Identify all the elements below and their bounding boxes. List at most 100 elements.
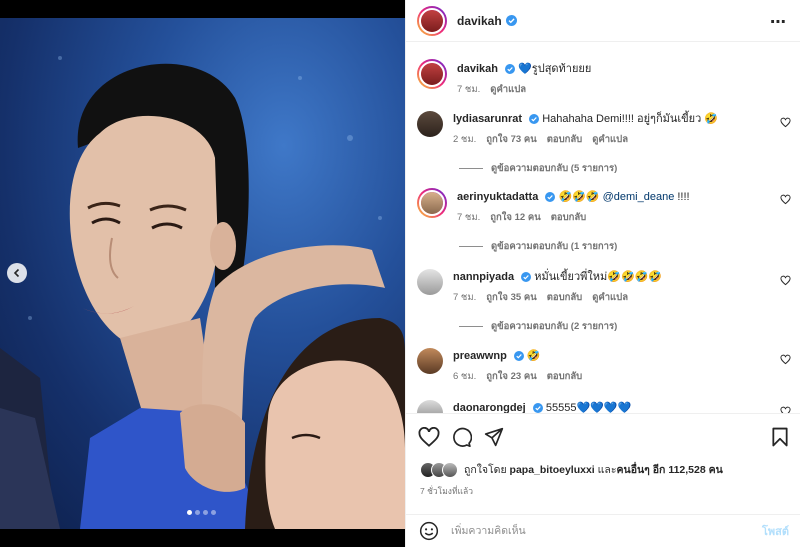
comment-input[interactable]: เพิ่มความคิดเห็น	[451, 522, 762, 539]
caption-username[interactable]: davikah	[457, 63, 498, 75]
divider	[459, 326, 483, 327]
post-header: davikah ⋯	[406, 0, 800, 42]
like-comment-heart-icon[interactable]	[780, 117, 791, 128]
see-translation-link[interactable]: ดูคำแปล	[592, 290, 628, 305]
verified-badge-icon	[529, 114, 540, 125]
commenter-avatar[interactable]	[417, 188, 447, 218]
comment-item: daonarongdej 55555💙💙💙💙	[417, 400, 791, 413]
view-replies-label: ดูข้อความตอบกลับ (2 รายการ)	[491, 321, 618, 332]
comment-text: 55555💙💙💙💙	[545, 402, 632, 413]
comment-text: หมั่นเขี้ยวพี่ใหม่🤣🤣🤣🤣	[534, 271, 663, 283]
verified-badge-icon	[505, 15, 517, 26]
avatar-image	[421, 192, 443, 214]
verified-badge-icon	[532, 403, 543, 413]
see-translation-link[interactable]: ดูคำแปล	[490, 82, 526, 97]
photo-illustration	[0, 56, 405, 529]
carousel-dot	[187, 510, 192, 515]
verified-badge-icon	[521, 272, 532, 283]
comments-list: davikah 💙รูปสุดท้ายยย 7 ชม. ดูคำแปล lydi…	[406, 43, 800, 413]
verified-badge-icon	[505, 64, 516, 75]
reply-button[interactable]: ตอบกลับ	[551, 210, 587, 225]
verified-badge-icon	[513, 351, 524, 362]
author-username[interactable]: davikah	[457, 14, 502, 28]
comment-time: 7 ชม.	[457, 212, 481, 223]
commenter-avatar[interactable]	[417, 111, 443, 137]
more-options-button[interactable]: ⋯	[770, 12, 787, 32]
comment-bubble-icon[interactable]	[452, 427, 472, 447]
post-comment-button[interactable]: โพสต์	[762, 522, 789, 540]
comment-time: 6 ชม.	[453, 371, 477, 382]
mention-link[interactable]: @demi_deane	[603, 191, 675, 203]
post-media	[0, 0, 405, 547]
commenter-avatar[interactable]	[417, 400, 443, 413]
comment-item: lydiasarunrat Hahahaha Demi!!!! อยู่ๆก็ม…	[417, 111, 791, 176]
view-replies-label: ดูข้อความตอบกลับ (5 รายการ)	[491, 163, 618, 174]
post-caption: davikah 💙รูปสุดท้ายยย 7 ชม. ดูคำแปล	[417, 59, 787, 97]
liker-avatar[interactable]	[442, 461, 458, 478]
view-replies-button[interactable]: ดูข้อความตอบกลับ (1 รายการ)	[459, 239, 787, 254]
comment-text: !!!!	[674, 191, 690, 203]
chevron-left-icon	[13, 268, 20, 278]
like-heart-icon[interactable]	[418, 427, 440, 447]
comment-time: 7 ชม.	[453, 292, 477, 303]
post-time-ago: 7 ชั่วโมงที่แล้ว	[420, 486, 474, 496]
comment-username[interactable]: preawwnp	[453, 350, 507, 362]
liked-by-prefix: ถูกใจโดย	[464, 464, 507, 476]
view-replies-button[interactable]: ดูข้อความตอบกลับ (2 รายการ)	[459, 319, 787, 334]
comment-item: nannpiyada หมั่นเขี้ยวพี่ใหม่🤣🤣🤣🤣 7 ชม. …	[417, 269, 791, 334]
liked-by-username[interactable]: papa_bitoeyluxxi	[510, 464, 595, 476]
view-replies-button[interactable]: ดูข้อความตอบกลับ (5 รายการ)	[459, 161, 787, 176]
carousel-dot	[203, 510, 208, 515]
like-comment-heart-icon[interactable]	[780, 354, 791, 365]
liked-by-avatars	[420, 461, 460, 478]
add-comment-bar: เพิ่มความคิดเห็น โพสต์	[406, 514, 800, 546]
post-photo	[0, 18, 405, 529]
comment-username[interactable]: lydiasarunrat	[453, 113, 522, 125]
comment-username[interactable]: nannpiyada	[453, 271, 514, 283]
liked-by-summary: ถูกใจโดย papa_bitoeyluxxi และ คนอื่นๆ อีก…	[420, 461, 723, 478]
comment-text: 🤣🤣🤣	[558, 191, 603, 203]
carousel-dot	[211, 510, 216, 515]
caption-emoji: 💙	[518, 63, 532, 75]
author-avatar[interactable]	[417, 5, 447, 36]
comment-likes[interactable]: ถูกใจ 73 คน	[486, 132, 536, 147]
comment-text: Hahahaha Demi!!!! อยู่ๆก็มันเขี้ยว 🤣	[542, 113, 719, 125]
avatar-image	[421, 63, 443, 85]
comment-text: 🤣	[526, 350, 541, 362]
verified-badge-icon	[545, 192, 556, 203]
like-comment-heart-icon[interactable]	[780, 194, 791, 205]
divider	[459, 246, 483, 247]
liked-by-others-link[interactable]: คนอื่นๆ อีก 112,528 คน	[617, 461, 723, 478]
reply-button[interactable]: ตอบกลับ	[547, 290, 583, 305]
comment-item: preawwnp 🤣 6 ชม. ถูกใจ 23 คน ตอบกลับ	[417, 348, 791, 384]
comment-time: 2 ชม.	[453, 134, 477, 145]
reply-button[interactable]: ตอบกลับ	[547, 369, 583, 384]
caption-text: รูปสุดท้ายยย	[531, 63, 592, 75]
comment-item: aerinyuktadatta 🤣🤣🤣 @demi_deane !!!! 7 ช…	[417, 188, 791, 254]
reply-button[interactable]: ตอบกลับ	[547, 132, 583, 147]
like-comment-heart-icon[interactable]	[780, 275, 791, 286]
comment-likes[interactable]: ถูกใจ 12 คน	[490, 210, 540, 225]
save-bookmark-icon[interactable]	[772, 427, 788, 447]
emoji-smiley-icon[interactable]	[419, 521, 439, 541]
divider	[459, 168, 483, 169]
previous-image-button[interactable]	[7, 263, 27, 283]
post-side-panel: davikah ⋯ davikah 💙รูปสุดท้ายยย 7 ชม. ดู…	[405, 0, 800, 547]
carousel-dot	[195, 510, 200, 515]
comment-likes[interactable]: ถูกใจ 35 คน	[486, 290, 536, 305]
commenter-avatar[interactable]	[417, 348, 443, 374]
like-comment-heart-icon[interactable]	[780, 406, 791, 413]
avatar-image	[421, 9, 443, 32]
share-send-icon[interactable]	[484, 427, 504, 447]
caption-avatar[interactable]	[417, 59, 447, 89]
carousel-indicator	[187, 510, 216, 515]
post-actions: ถูกใจโดย papa_bitoeyluxxi และ คนอื่นๆ อีก…	[406, 413, 800, 543]
liked-by-and: และ	[597, 464, 617, 476]
comment-username[interactable]: aerinyuktadatta	[457, 191, 538, 203]
view-replies-label: ดูข้อความตอบกลับ (1 รายการ)	[491, 241, 618, 252]
comment-username[interactable]: daonarongdej	[453, 402, 526, 413]
comment-likes[interactable]: ถูกใจ 23 คน	[486, 369, 536, 384]
caption-time: 7 ชม.	[457, 84, 481, 95]
see-translation-link[interactable]: ดูคำแปล	[592, 132, 628, 147]
commenter-avatar[interactable]	[417, 269, 443, 295]
